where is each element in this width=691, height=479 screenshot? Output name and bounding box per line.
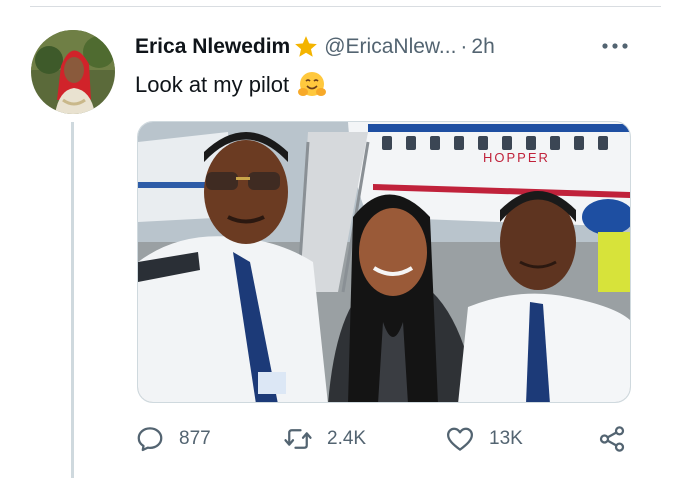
star-icon	[295, 36, 318, 57]
timestamp[interactable]: 2h	[471, 35, 494, 59]
tweet-header: Erica Nlewedim @EricaNlew... · 2h	[135, 32, 495, 62]
reply-count: 877	[179, 428, 211, 449]
like-button[interactable]: 13K	[445, 422, 523, 456]
separator-dot: ·	[460, 35, 468, 58]
tweet-actions: 877 2.4K 13K	[135, 422, 635, 456]
hugging-face-emoji	[298, 72, 327, 96]
share-button[interactable]	[597, 422, 627, 456]
reply-button[interactable]: 877	[135, 422, 211, 456]
photo-pilot-selfie: HOPPER	[138, 122, 630, 402]
tweet-photo[interactable]: HOPPER	[137, 121, 631, 403]
share-icon	[599, 426, 625, 452]
display-name[interactable]: Erica Nlewedim	[135, 35, 290, 59]
like-count: 13K	[489, 428, 523, 449]
tweet-text: Look at my pilot	[135, 69, 327, 101]
retweet-count: 2.4K	[327, 428, 367, 449]
reply-icon	[137, 427, 163, 452]
user-handle[interactable]: @EricaNlew...	[324, 35, 456, 59]
heart-icon	[447, 427, 473, 451]
avatar[interactable]	[31, 30, 115, 114]
retweet-button[interactable]: 2.4K	[283, 422, 366, 456]
top-divider	[30, 6, 661, 7]
thread-line	[71, 122, 74, 478]
tweet-body: Look at my pilot	[135, 72, 290, 97]
avatar-image	[31, 30, 115, 114]
plane-label: HOPPER	[483, 150, 550, 165]
more-icon[interactable]	[601, 40, 629, 52]
retweet-icon	[284, 429, 312, 449]
